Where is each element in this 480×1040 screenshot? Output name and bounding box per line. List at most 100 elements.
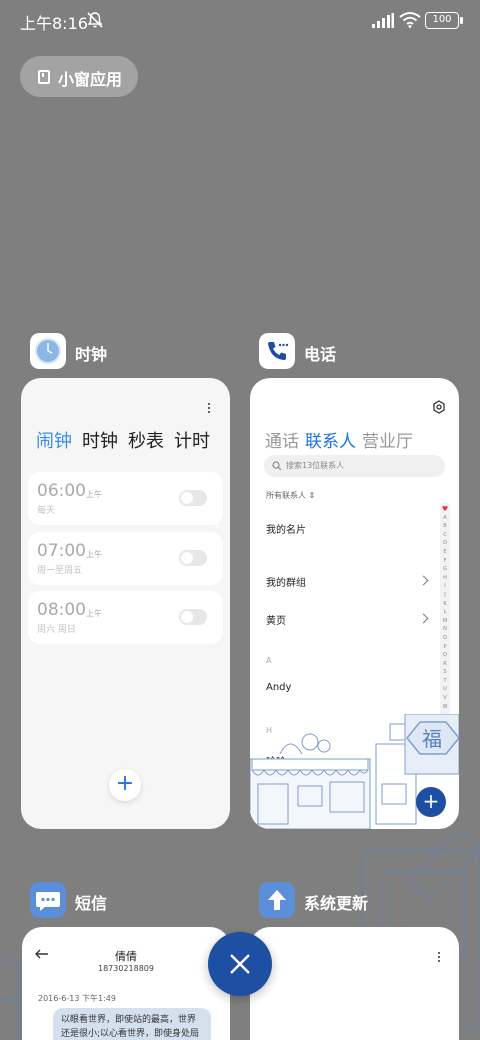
alphabet-letter[interactable]: I	[440, 582, 450, 591]
sms-app-name: 短信	[75, 894, 108, 913]
clock-app-icon	[30, 333, 66, 369]
battery-level: 100	[432, 14, 452, 25]
alphabet-letter[interactable]: Q	[440, 651, 450, 660]
tab-contacts[interactable]: 联系人	[305, 427, 356, 452]
system-update-app-name: 系统更新	[304, 894, 369, 913]
alarm-item[interactable]: 07:00 上午 周一至周五	[28, 532, 223, 585]
alphabet-letter[interactable]: B	[440, 522, 450, 531]
alphabet-letter[interactable]: C	[440, 531, 450, 540]
conversation-contact-name: 倩倩	[115, 950, 137, 963]
alarm-repeat: 周一至周五	[37, 566, 83, 576]
alphabet-letter[interactable]: R	[440, 660, 450, 669]
sms-app-card[interactable]: 倩倩 18730218809 2016-6-13 下午1:49 以眼看世界，即使…	[22, 927, 230, 1040]
alphabet-letter[interactable]: K	[440, 600, 450, 609]
alarm-item[interactable]: 08:00 上午 周六 周日	[28, 591, 223, 644]
wifi-icon	[399, 12, 421, 28]
search-placeholder: 搜索13位联系人	[286, 461, 345, 470]
alphabet-letter[interactable]: G	[440, 565, 450, 574]
floating-window-icon	[38, 70, 50, 84]
add-alarm-button[interactable]: +	[109, 769, 141, 801]
chevron-right-icon	[418, 575, 429, 586]
alarm-ampm: 上午	[86, 609, 102, 618]
alphabet-letter[interactable]: L	[440, 608, 450, 617]
alphabet-letter[interactable]: V	[440, 694, 450, 703]
signal-icon	[372, 13, 394, 28]
contact-item[interactable]: Andy	[266, 682, 291, 693]
tab-stopwatch[interactable]: 秒表	[128, 427, 164, 453]
alarm-time: 06:00	[37, 481, 86, 501]
alphabet-letter[interactable]: J	[440, 591, 450, 600]
alphabet-letter[interactable]: U	[440, 685, 450, 694]
alarm-toggle[interactable]	[179, 550, 207, 566]
tab-timer[interactable]: 计时	[174, 427, 210, 453]
tab-clock[interactable]: 时钟	[82, 427, 118, 453]
system-update-app-icon	[259, 882, 295, 918]
mute-notifications-icon	[87, 12, 103, 28]
alphabet-letter[interactable]: P	[440, 643, 450, 652]
more-options-icon[interactable]	[438, 952, 441, 963]
alarm-repeat: 周六 周日	[37, 625, 76, 635]
status-time: 上午8:16	[20, 14, 88, 33]
tab-calls[interactable]: 通话	[265, 427, 299, 452]
alarm-repeat: 每天	[37, 506, 56, 516]
clock-tabs: 闹钟 时钟 秒表 计时	[36, 427, 210, 453]
alarm-item[interactable]: 06:00 上午 每天	[28, 472, 223, 525]
alarm-time: 08:00	[37, 600, 86, 620]
more-options-icon[interactable]	[208, 403, 211, 414]
my-groups-item[interactable]: 我的群组	[266, 574, 306, 589]
my-card-item[interactable]: 我的名片	[266, 521, 306, 536]
alphabet-index-bar[interactable]: ♥ ABCDEFGHIJKLMNOPQRSTUVW	[440, 502, 450, 727]
status-bar: 上午8:16 100	[0, 0, 480, 40]
alphabet-letter[interactable]: T	[440, 677, 450, 686]
alarm-time: 07:00	[37, 541, 86, 561]
sms-app-icon	[30, 882, 66, 918]
tab-alarm[interactable]: 闹钟	[36, 427, 72, 453]
system-update-app-card[interactable]	[250, 927, 459, 1040]
alphabet-letter[interactable]: A	[440, 514, 450, 523]
tab-service-hall[interactable]: 营业厅	[362, 427, 413, 452]
phone-app-header[interactable]: 电话	[259, 333, 439, 373]
message-bubble: 以眼看世界，即使站的最高，世界还是很小;以心看世界，即使身处局限，	[53, 1008, 211, 1040]
phone-app-icon	[259, 333, 295, 369]
close-icon	[230, 954, 250, 974]
settings-gear-icon[interactable]	[432, 400, 446, 414]
floating-windows-label: 小窗应用	[58, 70, 123, 89]
alphabet-letter[interactable]: O	[440, 634, 450, 643]
contacts-filter-dropdown[interactable]: 所有联系人 ⇕	[266, 490, 315, 501]
phone-app-card[interactable]: 通话 联系人 营业厅 搜索13位联系人 所有联系人 ⇕ 我的名片 我的群组 黄页…	[250, 378, 459, 829]
alphabet-letter[interactable]: E	[440, 548, 450, 557]
alphabet-letters: ABCDEFGHIJKLMNOPQRSTUVW	[440, 514, 450, 712]
floating-windows-button[interactable]: 小窗应用	[20, 56, 138, 97]
alphabet-letter[interactable]: W	[440, 703, 450, 712]
section-header-a: A	[266, 656, 272, 665]
contacts-filter-label: 所有联系人	[266, 491, 306, 500]
phone-app-name: 电话	[304, 345, 337, 364]
favorites-heart-icon: ♥	[441, 505, 449, 513]
add-contact-button[interactable]: +	[416, 787, 446, 817]
alarm-ampm: 上午	[86, 550, 102, 559]
contact-search-input[interactable]: 搜索13位联系人	[264, 455, 445, 477]
clock-app-header[interactable]: 时钟	[30, 333, 210, 373]
alphabet-letter[interactable]: H	[440, 574, 450, 583]
alphabet-letter[interactable]: S	[440, 668, 450, 677]
alarm-toggle[interactable]	[179, 609, 207, 625]
banner-character: 福	[422, 727, 442, 751]
battery-icon: 100	[425, 12, 463, 29]
alphabet-letter[interactable]: D	[440, 539, 450, 548]
alphabet-letter[interactable]: F	[440, 557, 450, 566]
phone-tabs: 通话 联系人 营业厅	[265, 427, 413, 452]
chevron-right-icon	[418, 613, 429, 624]
alarm-ampm: 上午	[86, 490, 102, 499]
message-timestamp: 2016-6-13 下午1:49	[38, 994, 116, 1003]
alarm-toggle[interactable]	[179, 490, 207, 506]
yellow-pages-item[interactable]: 黄页	[266, 612, 286, 627]
clock-app-name: 时钟	[75, 345, 108, 364]
search-icon	[272, 461, 282, 471]
alphabet-letter[interactable]: N	[440, 625, 450, 634]
clock-app-card[interactable]: 闹钟 时钟 秒表 计时 06:00 上午 每天 07:00 上午 周一至周五 0…	[21, 378, 230, 829]
conversation-contact-number: 18730218809	[98, 964, 154, 973]
alphabet-letter[interactable]: M	[440, 617, 450, 626]
system-update-app-header[interactable]: 系统更新	[259, 882, 459, 922]
sms-app-header[interactable]: 短信	[30, 882, 210, 922]
clear-all-button[interactable]	[208, 932, 272, 996]
